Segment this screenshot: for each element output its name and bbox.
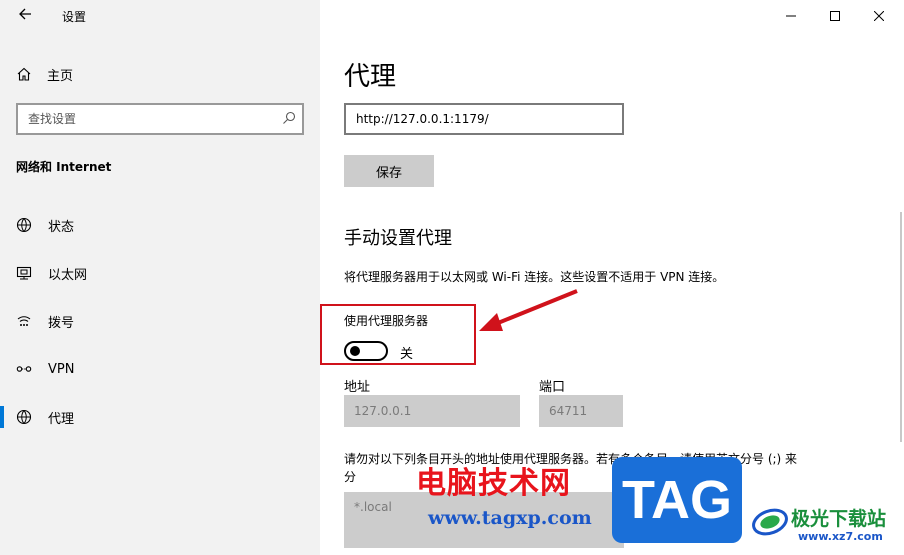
minimize-button[interactable] [770, 0, 812, 32]
script-address-input[interactable] [346, 105, 616, 133]
sidebar-item-label: VPN [48, 361, 75, 377]
address-input[interactable] [344, 395, 520, 427]
home-link[interactable]: 主页 [16, 62, 73, 86]
close-button[interactable] [858, 0, 900, 32]
search-box[interactable] [16, 103, 304, 135]
scrollbar[interactable] [900, 212, 902, 442]
watermark-cn-text: 电脑技术网 [416, 466, 571, 501]
sidebar-item-label: 以太网 [48, 267, 88, 283]
search-icon [283, 111, 296, 124]
toggle-knob [350, 346, 360, 356]
vpn-icon [16, 366, 32, 372]
watermark-tag-logo: TAG [612, 457, 742, 543]
watermark-url: www.tagxp.com [428, 507, 592, 529]
sidebar-item-label: 状态 [48, 219, 75, 235]
address-label: 地址 [344, 380, 371, 395]
port-label: 端口 [539, 380, 566, 395]
home-label: 主页 [47, 68, 74, 84]
script-address-field[interactable] [344, 103, 624, 135]
watermark-site-url: www.xz7.com [798, 530, 883, 543]
maximize-button[interactable] [814, 0, 856, 32]
page-title: 代理 [344, 62, 397, 92]
search-input[interactable] [18, 105, 268, 133]
sidebar-item-label: 代理 [48, 411, 75, 427]
sidebar-item-vpn[interactable]: VPN [0, 351, 320, 387]
back-arrow-icon [19, 8, 31, 20]
sidebar-item-label: 拨号 [48, 315, 75, 331]
ethernet-icon [16, 266, 32, 280]
aurora-logo-icon [752, 508, 788, 536]
section-title: 网络和 Internet [16, 160, 112, 174]
save-button[interactable]: 保存 [344, 155, 434, 187]
selection-indicator [0, 406, 4, 428]
annotation-arrow-icon [479, 289, 578, 331]
minimize-icon [786, 15, 796, 17]
sidebar-item-status[interactable]: 状态 [0, 207, 320, 243]
use-proxy-label: 使用代理服务器 [344, 314, 429, 328]
watermark-site-name: 极光下载站 [791, 508, 887, 530]
use-proxy-toggle[interactable] [344, 341, 388, 361]
sidebar: 设置 主页 网络和 Internet 状态 以太网 拨号 VPN 代理 [0, 0, 320, 555]
globe-status-icon [16, 217, 32, 233]
sidebar-item-proxy[interactable]: 代理 [0, 399, 320, 435]
manual-proxy-heading: 手动设置代理 [344, 228, 452, 249]
sidebar-item-dialup[interactable]: 拨号 [0, 303, 320, 339]
window-title: 设置 [62, 10, 87, 24]
maximize-icon [830, 11, 840, 21]
close-icon [874, 11, 884, 21]
home-icon [17, 67, 31, 81]
manual-proxy-description: 将代理服务器用于以太网或 Wi-Fi 连接。这些设置不适用于 VPN 连接。 [344, 270, 725, 284]
main-panel: 代理 保存 手动设置代理 将代理服务器用于以太网或 Wi-Fi 连接。这些设置不… [320, 0, 904, 555]
use-proxy-state: 关 [400, 347, 414, 362]
globe-icon [16, 409, 32, 425]
dialup-icon [17, 316, 31, 326]
sidebar-item-ethernet[interactable]: 以太网 [0, 255, 320, 291]
back-button[interactable] [12, 4, 38, 28]
port-input[interactable] [539, 395, 623, 427]
